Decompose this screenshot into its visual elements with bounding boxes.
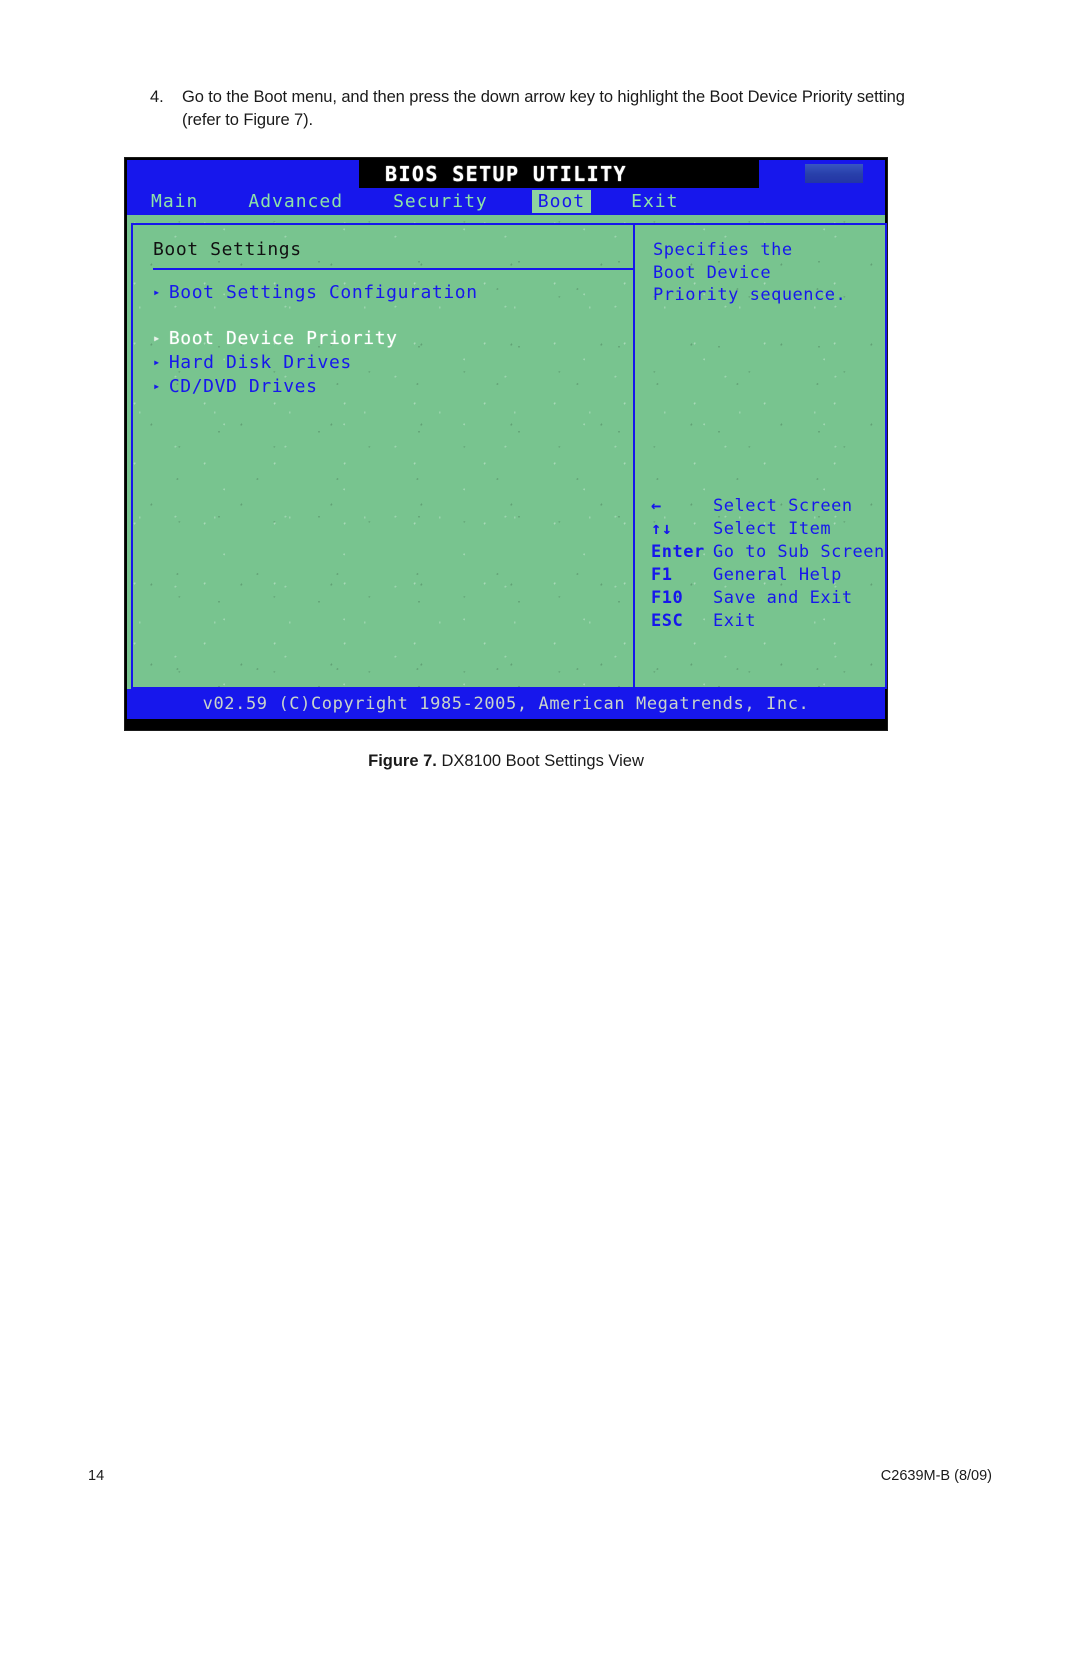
- bios-menu-bar: Main Advanced Security Boot Exit: [127, 188, 885, 215]
- submenu-arrow-icon: ▸: [153, 355, 161, 369]
- settings-item-label: CD/DVD Drives: [168, 376, 318, 397]
- key-legend-label: General Help: [713, 565, 842, 586]
- bios-title: BIOS SETUP UTILITY: [385, 162, 627, 186]
- menu-item-security[interactable]: Security: [387, 190, 494, 213]
- step-text: Go to the Boot menu, and then press the …: [182, 88, 905, 130]
- key-legend-label: Select Screen: [713, 496, 853, 517]
- key-legend-row-select-item: ↑↓ Select Item: [651, 518, 885, 541]
- settings-list-gap: [153, 308, 633, 330]
- key-legend-label: Save and Exit: [713, 588, 853, 609]
- settings-item-label: Hard Disk Drives: [168, 352, 352, 373]
- enter-key-label: Enter: [651, 542, 705, 563]
- esc-key-label: ESC: [651, 611, 684, 632]
- step-number: 4.: [150, 88, 164, 106]
- menu-item-exit[interactable]: Exit: [625, 190, 684, 213]
- settings-item-label: Boot Settings Configuration: [168, 282, 478, 303]
- key-legend-row-f10: F10 Save and Exit: [651, 587, 885, 610]
- key-legend-row-f1: F1 General Help: [651, 564, 885, 587]
- key-legend-label: Select Item: [713, 519, 832, 540]
- document-page: 4. Go to the Boot menu, and then press t…: [0, 0, 1080, 1669]
- bios-settings-pane: Boot Settings ▸ Boot Settings Configurat…: [131, 223, 634, 689]
- settings-divider: [153, 268, 633, 270]
- help-description: Specifies the Boot Device Priority seque…: [653, 240, 847, 306]
- figure-caption-label: Figure 7.: [368, 752, 437, 770]
- document-code: C2639M-B (8/09): [880, 1468, 992, 1484]
- submenu-arrow-icon: ▸: [153, 285, 161, 299]
- settings-heading: Boot Settings: [153, 239, 302, 260]
- settings-item-hard-disk-drives[interactable]: ▸ Hard Disk Drives: [153, 354, 633, 372]
- key-legend-row-esc: ESC Exit: [651, 610, 885, 633]
- bios-setup-screenshot: BIOS SETUP UTILITY Main Advanced Securit…: [124, 157, 888, 731]
- key-legend: ← Select Screen ↑↓ Select Item Enter Go …: [643, 495, 885, 687]
- bios-body: Boot Settings ▸ Boot Settings Configurat…: [127, 215, 887, 689]
- bios-copyright-bar: v02.59 (C)Copyright 1985-2005, American …: [127, 689, 885, 719]
- f10-key-label: F10: [651, 588, 684, 609]
- submenu-arrow-icon: ▸: [153, 379, 161, 393]
- bios-help-pane: Specifies the Boot Device Priority seque…: [634, 223, 887, 689]
- menu-item-main[interactable]: Main: [145, 190, 204, 213]
- settings-list: ▸ Boot Settings Configuration ▸ Boot Dev…: [153, 284, 633, 396]
- menu-item-boot[interactable]: Boot: [531, 190, 592, 213]
- up-down-arrow-icon: ↑↓: [651, 519, 673, 540]
- key-legend-label: Go to Sub Screen: [713, 542, 885, 563]
- figure-caption: Figure 7. DX8100 Boot Settings View: [0, 752, 1012, 771]
- left-right-arrow-icon: ←: [651, 496, 662, 517]
- page-number: 14: [88, 1468, 105, 1484]
- settings-item-boot-device-priority[interactable]: ▸ Boot Device Priority: [153, 330, 633, 348]
- bios-title-bar: BIOS SETUP UTILITY: [127, 160, 885, 188]
- figure-caption-text: DX8100 Boot Settings View: [436, 752, 644, 770]
- bios-logo-badge: [805, 164, 863, 183]
- settings-item-label: Boot Device Priority: [168, 328, 398, 349]
- key-legend-label: Exit: [713, 611, 756, 632]
- menu-item-advanced[interactable]: Advanced: [242, 190, 349, 213]
- settings-item-boot-settings-configuration[interactable]: ▸ Boot Settings Configuration: [153, 284, 633, 302]
- key-legend-row-enter: Enter Go to Sub Screen: [651, 541, 885, 564]
- instruction-step: 4. Go to the Boot menu, and then press t…: [150, 86, 940, 133]
- submenu-arrow-icon: ▸: [153, 331, 161, 345]
- settings-item-cd-dvd-drives[interactable]: ▸ CD/DVD Drives: [153, 378, 633, 396]
- f1-key-label: F1: [651, 565, 673, 586]
- key-legend-row-select-screen: ← Select Screen: [651, 495, 885, 518]
